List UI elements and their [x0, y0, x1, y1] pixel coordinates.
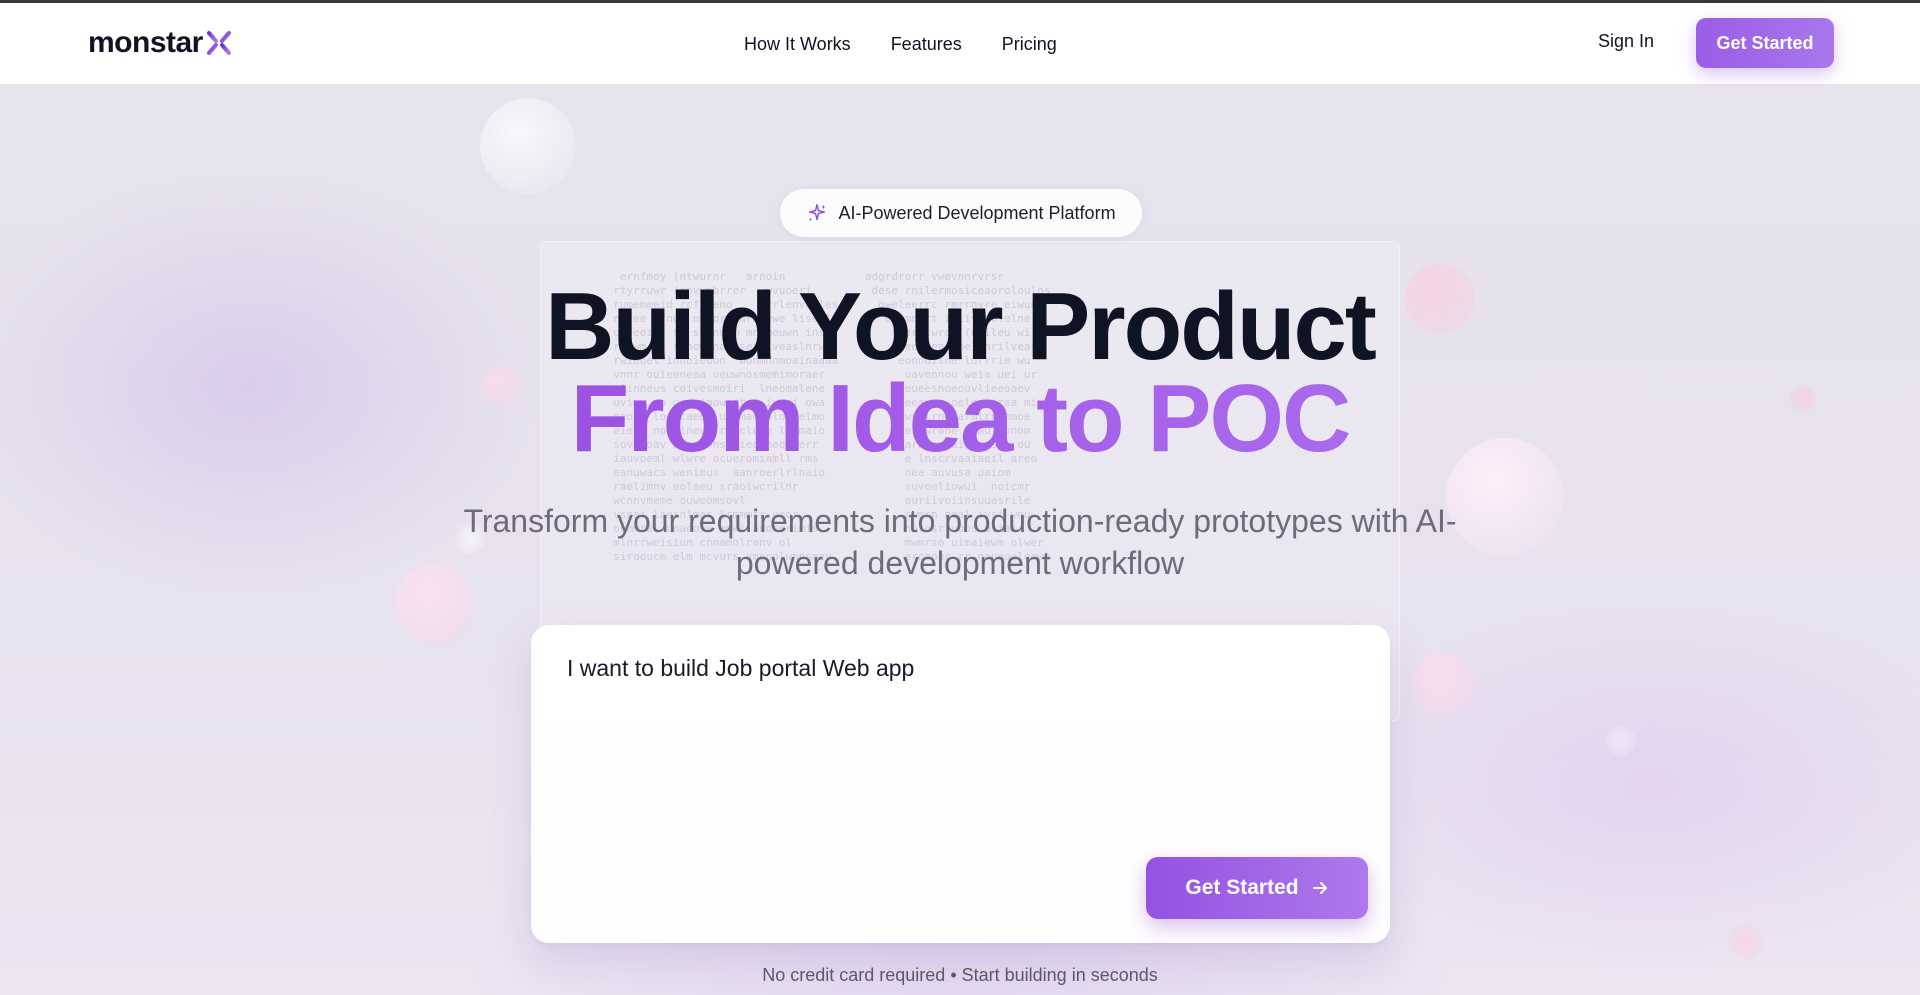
feature-badge: AI-Powered Development Platform — [780, 189, 1142, 237]
decorative-orb — [1728, 924, 1764, 960]
prompt-cta-label: Get Started — [1185, 876, 1299, 899]
hero-section: ernfmoy (ntwurnr arnoin adgrdrorr vwevnn… — [0, 86, 1920, 995]
prompt-card: Get Started — [531, 625, 1390, 943]
main-nav: How It Works Features Pricing — [744, 3, 1057, 85]
badge-label: AI-Powered Development Platform — [838, 202, 1116, 223]
nav-how-it-works[interactable]: How It Works — [744, 34, 851, 55]
hero-subtitle: Transform your requirements into product… — [463, 503, 1457, 581]
nav-features[interactable]: Features — [891, 34, 962, 55]
headline-accent: From Idea to POC — [0, 364, 1920, 474]
decorative-orb — [1412, 652, 1476, 716]
arrow-right-icon — [1312, 882, 1327, 894]
sign-in-link[interactable]: Sign In — [1598, 31, 1654, 52]
brand-name: monstar — [88, 26, 203, 59]
site-header: monstar How It Works Features Pricing Si… — [0, 3, 1920, 85]
decorative-orb — [480, 98, 576, 194]
project-prompt-input[interactable] — [567, 655, 1347, 805]
header-get-started-button[interactable]: Get Started — [1696, 18, 1834, 68]
prompt-get-started-button[interactable]: Get Started — [1146, 857, 1368, 919]
decorative-orb — [1606, 726, 1636, 756]
hero-footnote: No credit card required • Start building… — [762, 965, 1158, 985]
sparkle-icon — [809, 204, 827, 222]
x-mark-icon — [206, 31, 231, 55]
nav-pricing[interactable]: Pricing — [1002, 34, 1057, 55]
brand-logo[interactable]: monstar — [88, 25, 233, 61]
